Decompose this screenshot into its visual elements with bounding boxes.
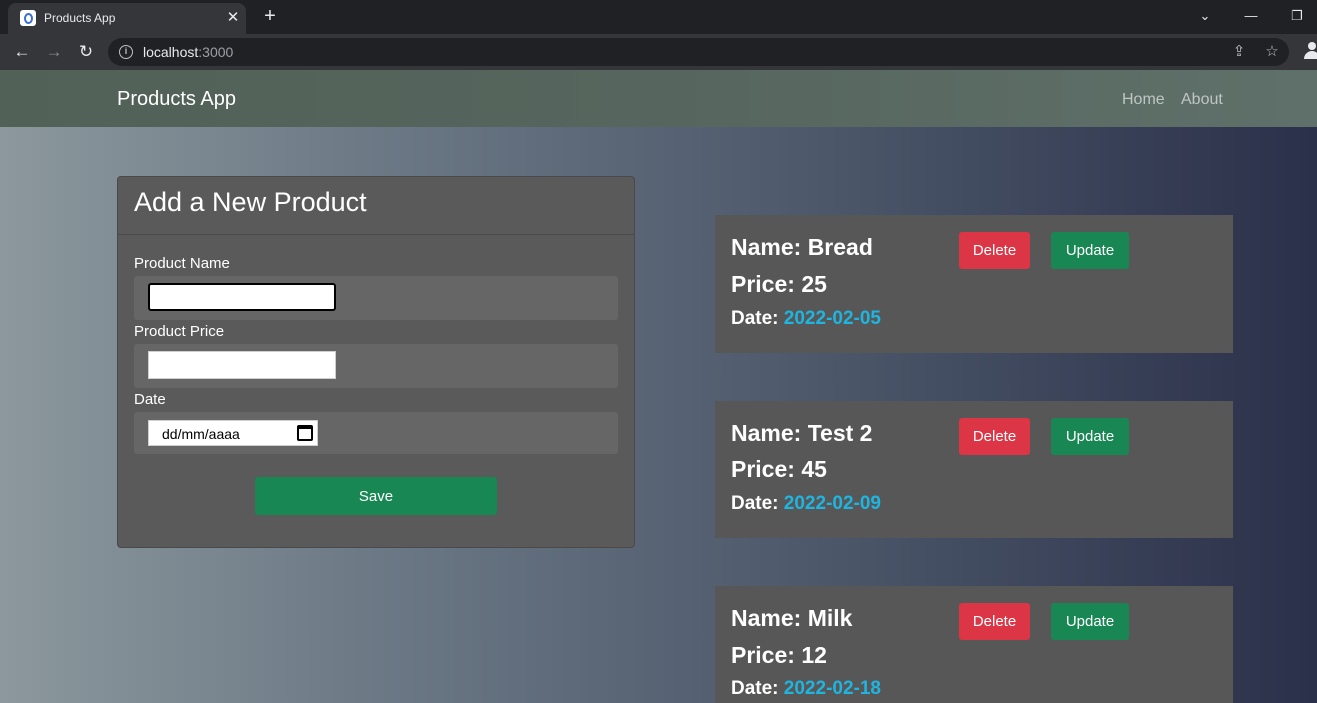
chevron-down-icon[interactable]: ⌄ — [1195, 6, 1215, 26]
update-button[interactable]: Update — [1051, 418, 1129, 455]
navbar: Products App Home About — [0, 70, 1317, 127]
product-name: Name: Milk — [731, 605, 853, 631]
browser-toolbar: ← → ↻ i localhost:3000 ⇪ ☆ — [0, 34, 1317, 70]
browser-tab-bar: Products App ✕ + ⌄ — ❐ — [0, 0, 1317, 34]
date-input[interactable]: dd/mm/aaaa — [148, 420, 318, 446]
form-header: Add a New Product — [118, 177, 634, 235]
product-name-label: Product Name — [134, 255, 230, 272]
tab-title: Products App — [44, 11, 116, 25]
address-bar[interactable]: i localhost:3000 ⇪ ☆ — [108, 38, 1289, 66]
product-card: Name: Milk Price: 12 Date: 2022-02-18 De… — [715, 586, 1233, 703]
app-viewport: Products App Home About Add a New Produc… — [0, 70, 1317, 703]
product-card: Name: Bread Price: 25 Date: 2022-02-05 D… — [715, 215, 1233, 353]
url-text: localhost:3000 — [143, 44, 234, 60]
update-button[interactable]: Update — [1051, 232, 1129, 269]
restore-icon[interactable]: ❐ — [1287, 6, 1307, 26]
profile-icon[interactable] — [1302, 42, 1317, 62]
product-price: Price: 25 — [731, 271, 827, 297]
navbar-brand[interactable]: Products App — [117, 88, 236, 111]
star-icon[interactable]: ☆ — [1262, 42, 1282, 62]
product-name-row — [134, 276, 618, 320]
nav-link-home[interactable]: Home — [1122, 91, 1165, 109]
back-arrow-icon[interactable]: ← — [11, 41, 33, 63]
reload-icon[interactable]: ↻ — [75, 41, 97, 63]
product-price: Price: 45 — [731, 456, 827, 482]
date-row: dd/mm/aaaa — [134, 412, 618, 454]
tab-favicon-icon — [20, 10, 36, 26]
save-button[interactable]: Save — [255, 477, 497, 515]
product-price: Price: 12 — [731, 642, 827, 668]
product-price-label: Product Price — [134, 323, 225, 340]
update-button[interactable]: Update — [1051, 603, 1129, 640]
nav-link-about[interactable]: About — [1181, 91, 1223, 109]
product-price-row — [134, 344, 618, 388]
product-price-input[interactable] — [148, 351, 336, 379]
delete-button[interactable]: Delete — [959, 418, 1030, 455]
product-name-input[interactable] — [148, 283, 336, 311]
browser-tab[interactable]: Products App ✕ — [8, 3, 246, 34]
date-placeholder: dd/mm/aaaa — [162, 426, 240, 442]
delete-button[interactable]: Delete — [959, 603, 1030, 640]
delete-button[interactable]: Delete — [959, 232, 1030, 269]
add-product-form: Add a New Product Product Name Product P… — [117, 176, 635, 548]
share-icon[interactable]: ⇪ — [1229, 42, 1249, 62]
minimize-icon[interactable]: — — [1241, 6, 1261, 26]
forward-arrow-icon[interactable]: → — [43, 41, 65, 63]
product-date: Date: 2022-02-05 — [731, 308, 881, 329]
product-date: Date: 2022-02-18 — [731, 678, 881, 699]
date-label: Date — [134, 391, 166, 408]
product-name: Name: Bread — [731, 234, 873, 260]
product-date: Date: 2022-02-09 — [731, 493, 881, 514]
form-title: Add a New Product — [134, 187, 367, 217]
product-name: Name: Test 2 — [731, 420, 873, 446]
product-card: Name: Test 2 Price: 45 Date: 2022-02-09 … — [715, 401, 1233, 538]
plus-icon[interactable]: + — [260, 6, 280, 26]
calendar-icon[interactable] — [297, 425, 313, 441]
info-icon[interactable]: i — [119, 45, 133, 59]
close-icon[interactable]: ✕ — [224, 9, 242, 27]
